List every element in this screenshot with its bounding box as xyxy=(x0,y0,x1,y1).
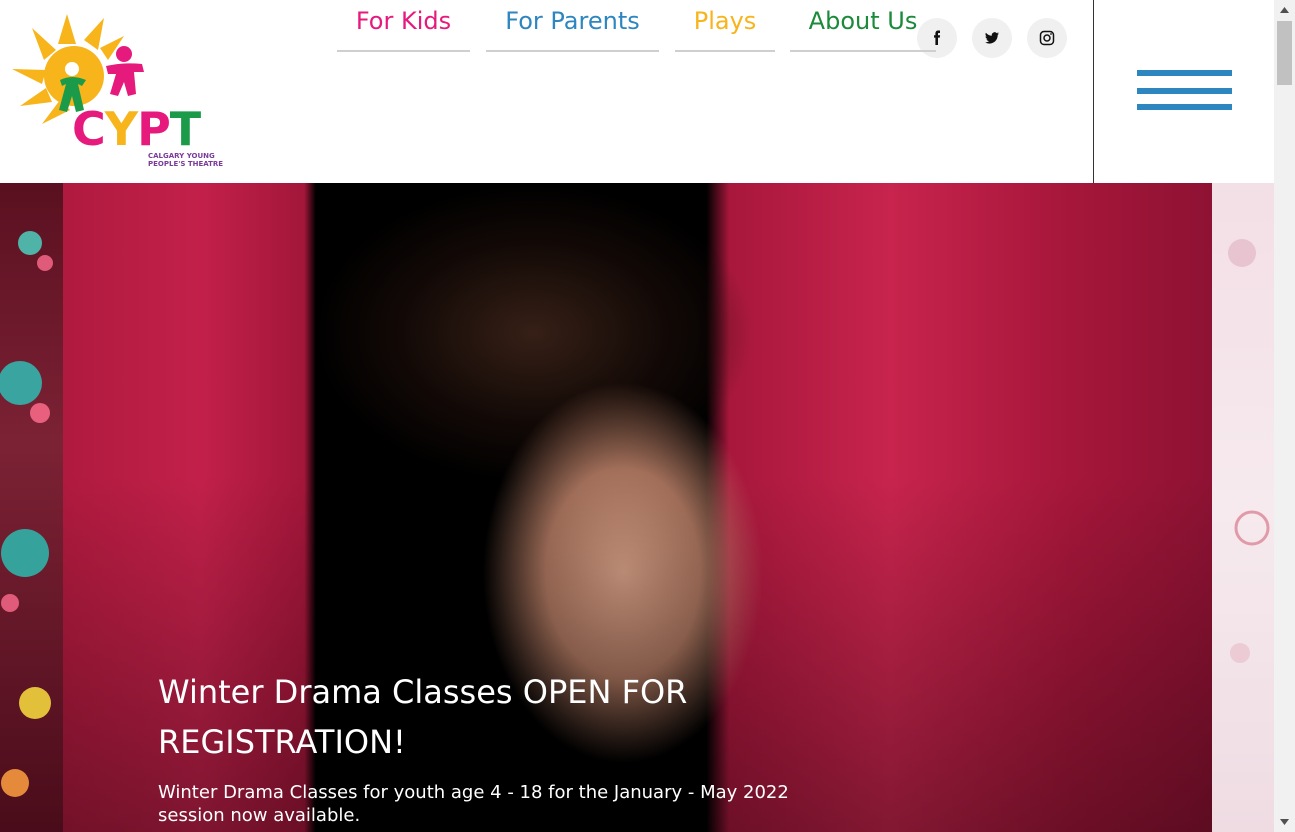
hero-title: Winter Drama Classes OPEN FOR REGISTRATI… xyxy=(158,673,688,762)
instagram-icon xyxy=(1039,30,1055,46)
scrollbar-thumb[interactable] xyxy=(1277,21,1292,85)
page: CYPT CALGARY YOUNG PEOPLE'S THEATRE For … xyxy=(0,0,1274,832)
next-slide-preview[interactable] xyxy=(1212,183,1274,832)
previous-slide-image xyxy=(0,231,53,797)
site-header: CYPT CALGARY YOUNG PEOPLE'S THEATRE For … xyxy=(0,0,1274,183)
cypt-logo[interactable]: CYPT CALGARY YOUNG PEOPLE'S THEATRE xyxy=(12,14,227,169)
nav-item-label: For Kids xyxy=(355,7,452,35)
arrow-down-icon xyxy=(1280,819,1289,825)
logo-subtitle: CALGARY YOUNG PEOPLE'S THEATRE xyxy=(148,152,224,168)
previous-slide-preview[interactable] xyxy=(0,183,63,832)
hamburger-menu-icon xyxy=(1137,70,1232,76)
instagram-button[interactable] xyxy=(1027,18,1067,58)
logo-wordmark: CYPT xyxy=(72,102,201,156)
nav-item-for-parents[interactable]: For Parents xyxy=(486,0,659,52)
scroll-down-button[interactable] xyxy=(1274,812,1295,832)
nav-item-label: For Parents xyxy=(505,7,640,35)
hamburger-menu-button[interactable] xyxy=(1137,70,1232,112)
arrow-up-icon xyxy=(1280,7,1289,13)
hamburger-menu-icon-bar xyxy=(1137,88,1232,94)
page-scrollbar[interactable] xyxy=(1274,0,1295,832)
hamburger-menu-icon-bar xyxy=(1137,104,1232,110)
nav-item-plays[interactable]: Plays xyxy=(675,0,775,52)
logo-letter-c: C xyxy=(72,102,106,156)
logo-letter-y: Y xyxy=(104,102,138,156)
twitter-button[interactable] xyxy=(972,18,1012,58)
twitter-icon xyxy=(985,32,999,44)
nav-item-about-us[interactable]: About Us xyxy=(790,0,936,52)
nav-item-label: About Us xyxy=(808,7,918,35)
next-slide-image xyxy=(1228,239,1270,663)
nav-item-label: Plays xyxy=(693,7,757,35)
scroll-up-button[interactable] xyxy=(1274,0,1295,20)
nav-item-for-kids[interactable]: For Kids xyxy=(337,0,470,52)
header-divider xyxy=(1093,0,1094,183)
logo-letter-p: P xyxy=(137,102,171,156)
hero-description: Winter Drama Classes for youth age 4 - 1… xyxy=(158,782,789,826)
logo-letter-t: T xyxy=(169,102,201,156)
hero-slider: Winter Drama Classes OPEN FOR REGISTRATI… xyxy=(0,183,1274,832)
